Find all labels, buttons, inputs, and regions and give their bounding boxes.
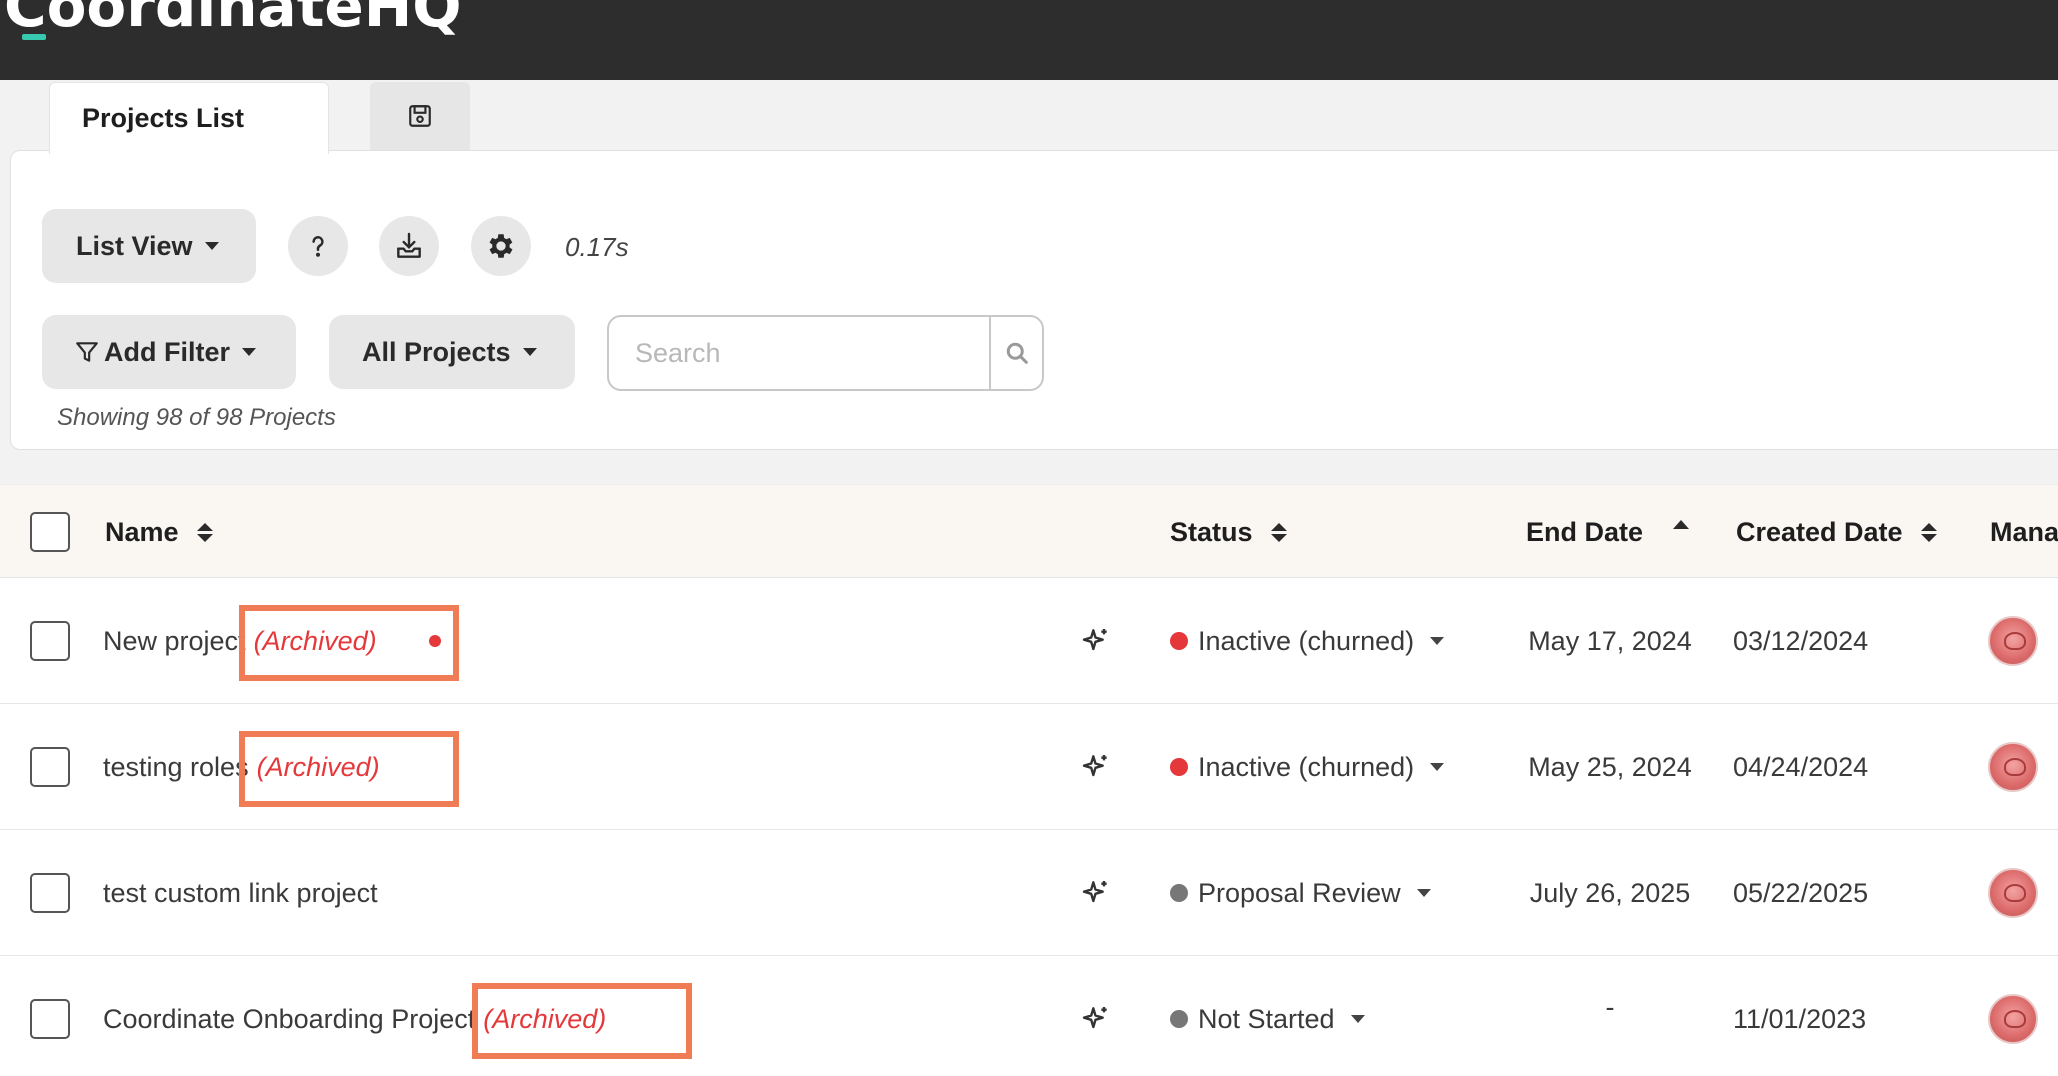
app-logo[interactable]: CoordinateHQ (4, 0, 462, 40)
column-end-date[interactable]: End Date (1526, 485, 1690, 579)
status-label: Inactive (churned) (1198, 751, 1415, 782)
highlight-box-archived (472, 983, 692, 1059)
query-timing: 0.17s (565, 232, 629, 262)
status-dropdown[interactable]: Inactive (churned) (1170, 704, 1445, 830)
ai-sparkle-icon[interactable] (1080, 751, 1112, 783)
sort-icon (196, 522, 213, 542)
project-name[interactable]: testing roles (103, 752, 249, 783)
status-dot (1170, 884, 1188, 902)
end-date-cell: May 25, 2024 (1528, 751, 1692, 782)
row-checkbox[interactable] (30, 873, 70, 913)
status-dropdown[interactable]: Proposal Review (1170, 830, 1431, 956)
project-name[interactable]: Coordinate Onboarding Project (103, 1004, 475, 1035)
project-name-cell[interactable]: test custom link project (103, 830, 378, 956)
list-view-label: List View (76, 230, 193, 261)
column-status-label: Status (1170, 516, 1253, 547)
end-date-cell: May 17, 2024 (1528, 625, 1692, 656)
logo-accent (22, 34, 46, 40)
status-dot (1170, 632, 1188, 650)
project-scope-label: All Projects (362, 336, 511, 367)
status-dropdown[interactable]: Not Started (1170, 956, 1365, 1076)
magnifier-icon (1006, 342, 1028, 364)
top-bar: CoordinateHQ (0, 0, 2058, 80)
download-tray-icon (397, 232, 421, 258)
chevron-down-icon (1416, 889, 1431, 897)
highlight-box-archived (239, 731, 459, 807)
settings-button[interactable] (471, 216, 531, 276)
chevron-down-icon (1350, 1015, 1365, 1023)
status-label: Not Started (1198, 1003, 1335, 1034)
floppy-disk-icon (409, 105, 431, 127)
chevron-down-icon (242, 348, 256, 356)
end-date-cell: July 26, 2025 (1529, 877, 1691, 908)
manager-avatar[interactable] (1988, 868, 2038, 918)
search-button[interactable] (989, 317, 1042, 389)
table-row[interactable]: test custom link project Proposal Review… (0, 830, 2058, 956)
results-count: Showing 98 of 98 Projects (57, 404, 336, 431)
column-created-date[interactable]: Created Date (1736, 485, 1937, 579)
table-header: Name Status End Date Created Date Mana (0, 484, 2058, 578)
chevron-down-icon (204, 242, 219, 250)
gear-icon (489, 234, 513, 258)
sort-icon (1270, 522, 1287, 542)
column-name-label: Name (105, 516, 179, 547)
manager-avatar[interactable] (1988, 616, 2038, 666)
manager-avatar[interactable] (1988, 994, 2038, 1044)
end-date-cell: - (1605, 992, 1615, 1022)
created-date-cell: 11/01/2023 (1733, 1003, 1867, 1034)
sort-icon (1920, 522, 1937, 542)
created-date-cell: 04/24/2024 (1733, 751, 1869, 782)
ai-sparkle-icon[interactable] (1080, 877, 1112, 909)
project-name[interactable]: test custom link project (103, 878, 378, 909)
help-button[interactable] (288, 216, 348, 276)
status-dot (1170, 1010, 1188, 1028)
column-end-date-label: End Date (1526, 516, 1644, 547)
add-filter-button[interactable]: Add Filter (42, 315, 296, 389)
column-status[interactable]: Status (1170, 485, 1287, 579)
row-checkbox[interactable] (30, 999, 70, 1039)
row-checkbox[interactable] (30, 621, 70, 661)
column-manager[interactable]: Mana (1990, 485, 2058, 579)
column-name[interactable]: Name (105, 485, 213, 579)
created-date-cell: 03/12/2024 (1733, 625, 1869, 656)
created-date-cell: 05/22/2025 (1733, 877, 1869, 908)
sort-ascending-icon (1673, 519, 1690, 529)
status-dot (1170, 758, 1188, 776)
manager-avatar[interactable] (1988, 742, 2038, 792)
highlight-box-archived (239, 605, 459, 681)
funnel-icon (76, 342, 98, 362)
add-filter-label: Add Filter (104, 336, 230, 367)
status-dropdown[interactable]: Inactive (churned) (1170, 578, 1445, 704)
project-name[interactable]: New project (103, 626, 246, 657)
table-row[interactable]: Coordinate Onboarding Project (Archived)… (0, 956, 2058, 1076)
status-label: Proposal Review (1198, 877, 1401, 908)
column-manager-label: Mana (1990, 516, 2058, 547)
column-created-date-label: Created Date (1736, 516, 1903, 547)
ai-sparkle-icon[interactable] (1080, 625, 1112, 657)
chevron-down-icon (1430, 637, 1445, 645)
chevron-down-icon (1430, 763, 1445, 771)
save-view-tab[interactable] (370, 82, 470, 150)
chevron-down-icon (522, 348, 537, 356)
export-button[interactable] (379, 216, 439, 276)
search-box (607, 315, 1044, 391)
status-label: Inactive (churned) (1198, 625, 1415, 656)
tab-projects-list[interactable]: Projects List (49, 82, 329, 154)
select-all-checkbox[interactable] (30, 512, 70, 552)
ai-sparkle-icon[interactable] (1080, 1003, 1112, 1035)
row-checkbox[interactable] (30, 747, 70, 787)
search-input[interactable] (609, 317, 989, 389)
project-scope-dropdown[interactable]: All Projects (329, 315, 575, 389)
list-view-dropdown[interactable]: List View (42, 209, 256, 283)
question-icon (312, 236, 324, 257)
